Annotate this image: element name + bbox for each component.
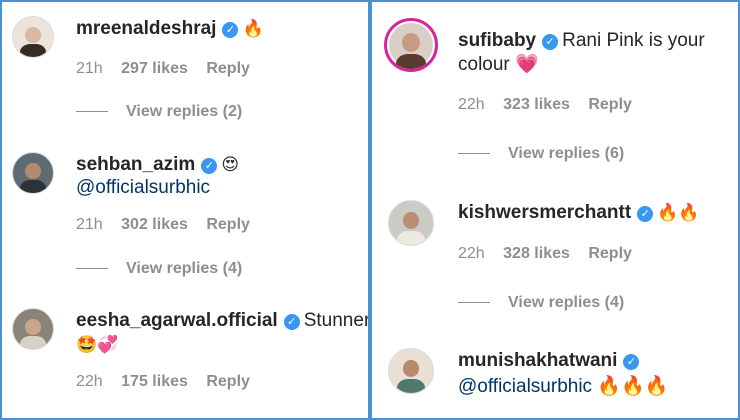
mention-link[interactable]: @officialsurbhic (76, 177, 210, 198)
avatar-mreenaldeshraj[interactable] (12, 16, 54, 58)
avatar-munishakhatwani[interactable] (388, 348, 434, 394)
view-replies-button[interactable]: View replies (4) (76, 260, 242, 278)
view-replies-button[interactable]: View replies (4) (458, 294, 624, 312)
comment-time: 21h (76, 216, 103, 233)
username-link[interactable]: munishakhatwani (458, 350, 617, 371)
comment-text: Rani Pink is your (562, 30, 705, 51)
view-replies-label: View replies (4) (126, 260, 243, 277)
left-comments-panel: mreenaldeshraj ✓ 🔥 21h 297 likes Reply Vie… (2, 2, 368, 418)
comment-time: 22h (458, 245, 485, 262)
view-replies-button[interactable]: View replies (6) (458, 145, 624, 163)
likes-count[interactable]: 175 likes (121, 373, 188, 390)
divider-line (76, 268, 108, 270)
view-replies-button[interactable]: View replies (2) (76, 103, 242, 121)
view-replies-label: View replies (4) (508, 294, 625, 311)
verified-badge-icon: ✓ (623, 354, 640, 370)
verified-badge-icon: ✓ (542, 34, 559, 50)
verified-badge-icon: ✓ (222, 22, 239, 38)
avatar-eesha-agarwal[interactable] (12, 308, 54, 350)
reply-button[interactable]: Reply (206, 216, 250, 233)
username-link[interactable]: sehban_azim (76, 154, 195, 175)
right-comments-panel: sufibaby ✓ Rani Pink is your colour 💗 22h … (372, 2, 738, 418)
username-link[interactable]: kishwersmerchantt (458, 202, 631, 223)
comment-text-continued: colour 💗 (458, 54, 539, 75)
verified-badge-icon: ✓ (283, 314, 300, 330)
reply-button[interactable]: Reply (588, 245, 632, 262)
likes-count[interactable]: 297 likes (121, 60, 188, 77)
divider-line (458, 153, 490, 155)
avatar-kishwersmerchantt[interactable] (388, 200, 434, 246)
comment-time: 21h (76, 60, 103, 77)
reply-button[interactable]: Reply (206, 60, 250, 77)
comment-time: 22h (76, 373, 103, 390)
comment-time: 22h (458, 96, 485, 113)
comment-text: 😍 (221, 155, 240, 174)
avatar-sufibaby[interactable] (384, 18, 438, 72)
view-replies-label: View replies (2) (126, 103, 243, 120)
divider-line (76, 111, 108, 113)
reply-button[interactable]: Reply (588, 96, 632, 113)
verified-badge-icon: ✓ (637, 206, 654, 222)
username-link[interactable]: sufibaby (458, 30, 536, 51)
comment-text: Stunner (303, 310, 368, 331)
comment-text: 🔥🔥 (657, 203, 700, 222)
avatar-sehban-azim[interactable] (12, 152, 54, 194)
username-link[interactable]: eesha_agarwal.official (76, 310, 278, 331)
verified-badge-icon: ✓ (201, 158, 218, 174)
reply-button[interactable]: Reply (206, 373, 250, 390)
comment-text: 🔥 (242, 19, 264, 38)
mention-link[interactable]: @officialsurbhic 🔥🔥🔥 (458, 376, 668, 397)
view-replies-label: View replies (6) (508, 145, 625, 162)
likes-count[interactable]: 302 likes (121, 216, 188, 233)
comment-text-emoji: 🤩💞 (76, 335, 119, 354)
username-link[interactable]: mreenaldeshraj (76, 18, 216, 39)
likes-count[interactable]: 328 likes (503, 245, 570, 262)
likes-count[interactable]: 323 likes (503, 96, 570, 113)
divider-line (458, 302, 490, 304)
